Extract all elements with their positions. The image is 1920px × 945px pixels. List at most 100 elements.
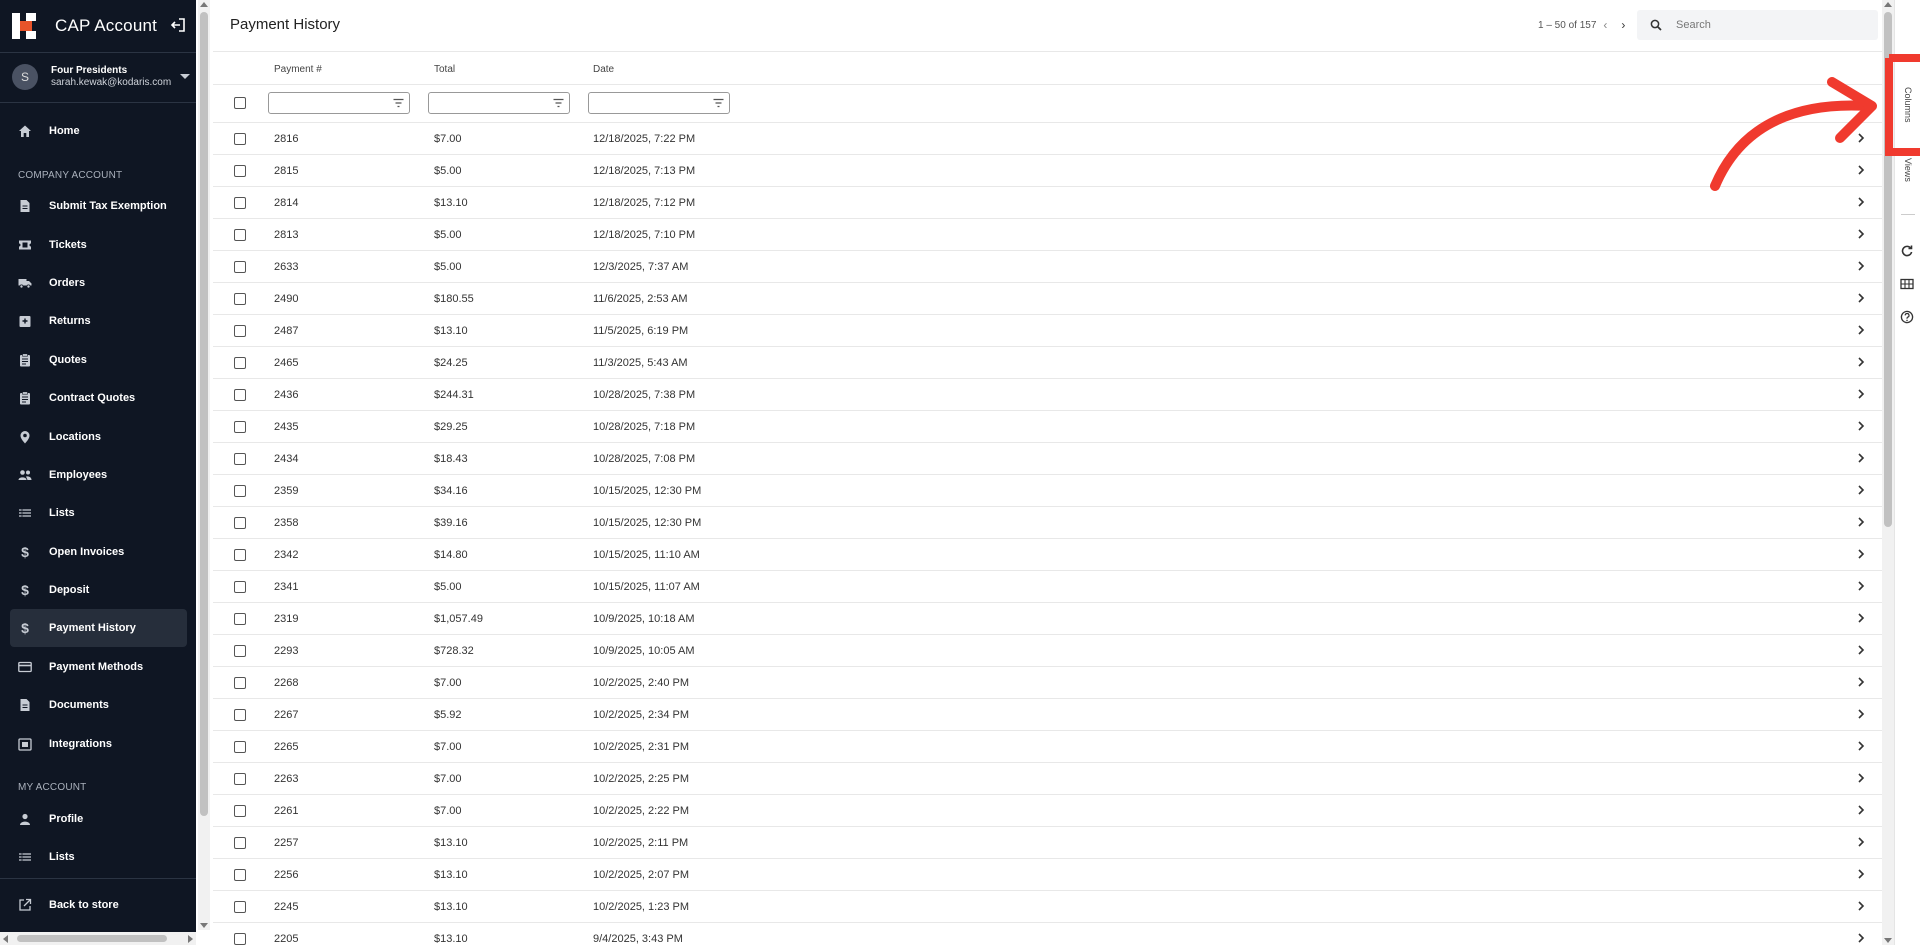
caret-down-icon[interactable] [180,74,190,79]
date-filter[interactable] [588,92,730,114]
row-checkbox[interactable] [234,549,246,561]
row-chevron-right-icon[interactable] [1856,612,1866,624]
table-row[interactable]: 2487 $13.10 11/5/2025, 6:19 PM [213,315,1882,347]
column-header-total[interactable]: Total [434,64,455,75]
views-tab[interactable]: Views [1898,152,1918,188]
sidebar-item-integrations[interactable]: Integrations [10,725,187,763]
table-row[interactable]: 2256 $13.10 10/2/2025, 2:07 PM [213,859,1882,891]
row-chevron-right-icon[interactable] [1856,292,1866,304]
row-checkbox[interactable] [234,261,246,273]
sidebar-item-quotes[interactable]: Quotes [10,341,187,379]
sidebar-vertical-scrollbar[interactable] [198,0,210,930]
prev-page-chevron-icon[interactable]: ‹ [1603,18,1607,32]
row-chevron-right-icon[interactable] [1856,772,1866,784]
row-checkbox[interactable] [234,421,246,433]
row-chevron-right-icon[interactable] [1856,804,1866,816]
row-checkbox[interactable] [234,901,246,913]
row-checkbox[interactable] [234,517,246,529]
sidebar-item-submit-tax-exemption[interactable]: Submit Tax Exemption [10,187,187,225]
row-chevron-right-icon[interactable] [1856,164,1866,176]
row-checkbox[interactable] [234,677,246,689]
table-row[interactable]: 2319 $1,057.49 10/9/2025, 10:18 AM [213,603,1882,635]
table-row[interactable]: 2815 $5.00 12/18/2025, 7:13 PM [213,155,1882,187]
row-chevron-right-icon[interactable] [1856,388,1866,400]
table-row[interactable]: 2813 $5.00 12/18/2025, 7:10 PM [213,219,1882,251]
column-header-payment-number[interactable]: Payment # [274,64,322,75]
user-menu[interactable]: S Four Presidents sarah.kewak@kodaris.co… [12,62,192,94]
row-chevron-right-icon[interactable] [1856,132,1866,144]
sidebar-item-returns[interactable]: Returns [10,302,187,340]
column-header-date[interactable]: Date [593,64,614,75]
table-row[interactable]: 2465 $24.25 11/3/2025, 5:43 AM [213,347,1882,379]
sidebar-item-deposit[interactable]: $ Deposit [10,571,187,609]
sidebar-item-home[interactable]: Home [10,112,187,150]
sidebar-item-payment-history[interactable]: $ Payment History [10,609,187,647]
table-row[interactable]: 2435 $29.25 10/28/2025, 7:18 PM [213,411,1882,443]
row-chevron-right-icon[interactable] [1856,708,1866,720]
sidebar-item-tickets[interactable]: Tickets [10,226,187,264]
row-checkbox[interactable] [234,581,246,593]
row-checkbox[interactable] [234,453,246,465]
table-row[interactable]: 2436 $244.31 10/28/2025, 7:38 PM [213,379,1882,411]
sidebar-item-locations[interactable]: Locations [10,418,187,456]
table-row[interactable]: 2205 $13.10 9/4/2025, 3:43 PM [213,923,1882,945]
table-row[interactable]: 2267 $5.92 10/2/2025, 2:34 PM [213,699,1882,731]
row-checkbox[interactable] [234,741,246,753]
table-row[interactable]: 2257 $13.10 10/2/2025, 2:11 PM [213,827,1882,859]
row-chevron-right-icon[interactable] [1856,676,1866,688]
row-chevron-right-icon[interactable] [1856,484,1866,496]
row-checkbox[interactable] [234,293,246,305]
row-chevron-right-icon[interactable] [1856,516,1866,528]
row-checkbox[interactable] [234,165,246,177]
row-checkbox[interactable] [234,805,246,817]
payment-number-filter[interactable] [268,92,410,114]
table-row[interactable]: 2490 $180.55 11/6/2025, 2:53 AM [213,283,1882,315]
row-checkbox[interactable] [234,197,246,209]
row-checkbox[interactable] [234,933,246,945]
table-row[interactable]: 2293 $728.32 10/9/2025, 10:05 AM [213,635,1882,667]
sidebar-item-back-to-store[interactable]: Back to store [10,886,187,924]
row-chevron-right-icon[interactable] [1856,260,1866,272]
row-chevron-right-icon[interactable] [1856,900,1866,912]
row-checkbox[interactable] [234,613,246,625]
search-box[interactable] [1637,10,1878,40]
scroll-down-arrow-icon[interactable] [200,923,208,928]
row-chevron-right-icon[interactable] [1856,324,1866,336]
table-row[interactable]: 2261 $7.00 10/2/2025, 2:22 PM [213,795,1882,827]
scroll-left-arrow-icon[interactable] [3,935,8,943]
row-checkbox[interactable] [234,325,246,337]
row-checkbox[interactable] [234,773,246,785]
grid-icon[interactable] [1900,277,1914,291]
filter-icon[interactable] [713,98,724,108]
scroll-right-arrow-icon[interactable] [188,935,193,943]
sidebar-item-lists[interactable]: Lists [10,494,187,532]
sidebar-item-payment-methods[interactable]: Payment Methods [10,648,187,686]
sidebar-item-my-lists[interactable]: Lists [10,838,187,876]
table-row[interactable]: 2341 $5.00 10/15/2025, 11:07 AM [213,571,1882,603]
sidebar-item-profile[interactable]: Profile [10,800,187,838]
sidebar-item-contract-quotes[interactable]: Contract Quotes [10,379,187,417]
row-chevron-right-icon[interactable] [1856,420,1866,432]
filter-icon[interactable] [393,98,404,108]
table-row[interactable]: 2814 $13.10 12/18/2025, 7:12 PM [213,187,1882,219]
row-checkbox[interactable] [234,837,246,849]
table-row[interactable]: 2816 $7.00 12/18/2025, 7:22 PM [213,123,1882,155]
sidebar-item-documents[interactable]: Documents [10,686,187,724]
row-checkbox[interactable] [234,229,246,241]
sidebar-horizontal-scrollbar[interactable] [0,932,196,945]
row-checkbox[interactable] [234,357,246,369]
row-checkbox[interactable] [234,389,246,401]
row-chevron-right-icon[interactable] [1856,868,1866,880]
row-chevron-right-icon[interactable] [1856,932,1866,944]
table-row[interactable]: 2434 $18.43 10/28/2025, 7:08 PM [213,443,1882,475]
kodaris-logo-icon[interactable] [12,13,38,39]
row-chevron-right-icon[interactable] [1856,452,1866,464]
table-row[interactable]: 2263 $7.00 10/2/2025, 2:25 PM [213,763,1882,795]
filter-icon[interactable] [553,98,564,108]
scrollbar-thumb[interactable] [200,12,208,816]
row-chevron-right-icon[interactable] [1856,740,1866,752]
row-chevron-right-icon[interactable] [1856,548,1866,560]
sidebar-item-orders[interactable]: Orders [10,264,187,302]
row-chevron-right-icon[interactable] [1856,356,1866,368]
table-row[interactable]: 2245 $13.10 10/2/2025, 1:23 PM [213,891,1882,923]
